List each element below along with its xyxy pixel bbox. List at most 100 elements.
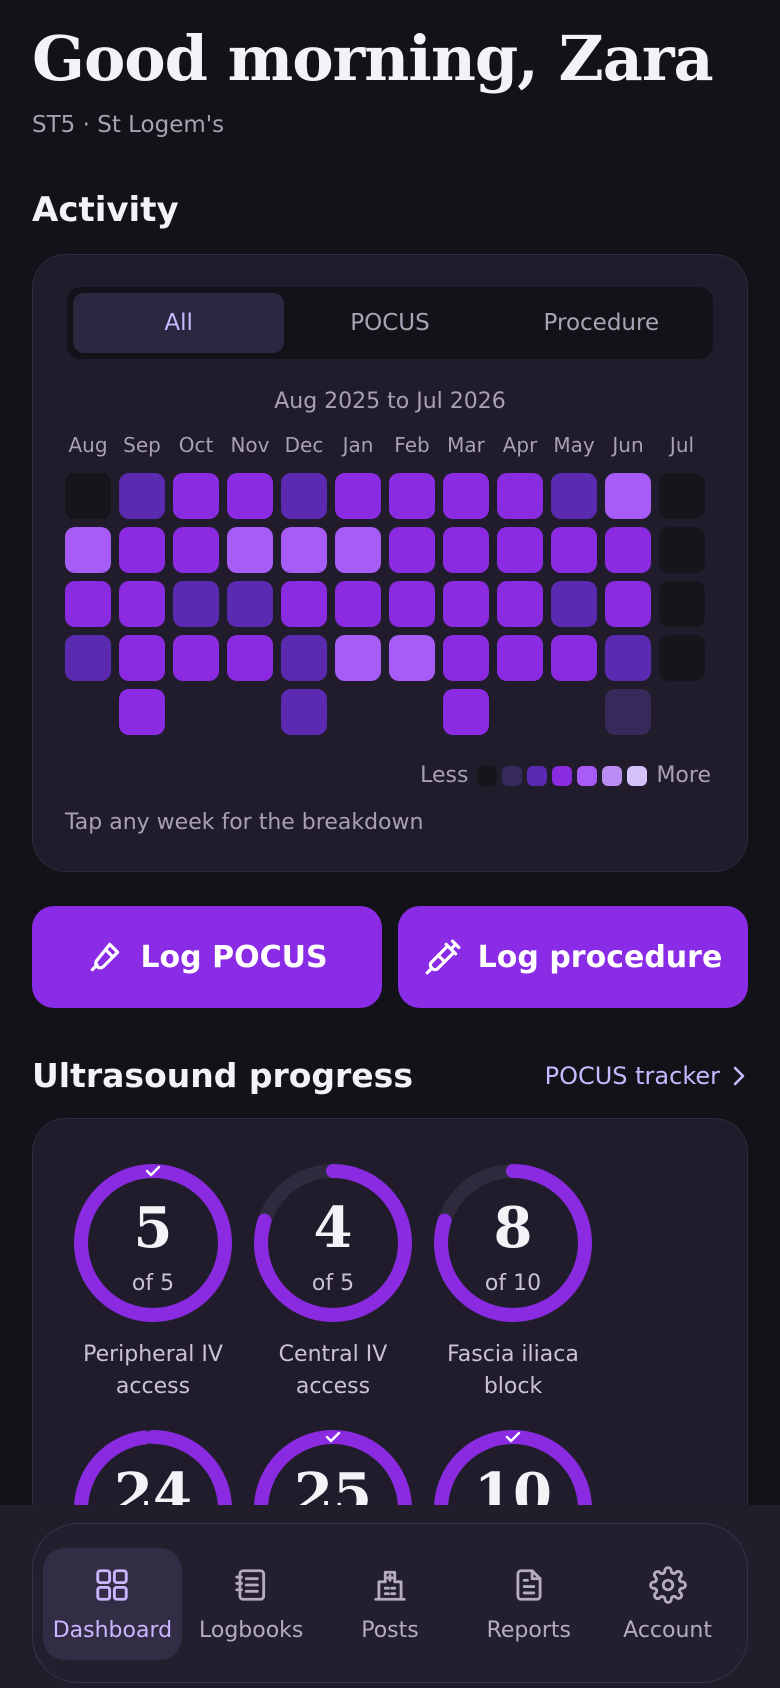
heatmap-week-cell[interactable] [551,527,597,573]
heatmap-week-cell[interactable] [389,527,435,573]
heatmap-week-cell[interactable] [443,635,489,681]
nav-account[interactable]: Account [598,1548,737,1660]
heatmap-week-cell[interactable] [443,527,489,573]
nav-posts[interactable]: Posts [321,1548,460,1660]
heatmap-week-cell[interactable] [605,527,651,573]
nav-dashboard[interactable]: Dashboard [43,1548,182,1660]
heatmap-week-cell[interactable] [605,581,651,627]
heatmap-week-cell[interactable] [173,581,219,627]
chevron-right-icon [733,1066,745,1086]
activity-title: Activity [32,190,179,230]
ring-label: Peripheral IV access [53,1339,253,1403]
heatmap-week-cell[interactable] [659,635,705,681]
tab-procedure[interactable]: Procedure [496,293,707,353]
heatmap-week-cell[interactable] [605,635,651,681]
heatmap-legend: Less More [416,763,715,788]
heatmap-week-cell[interactable] [659,473,705,519]
month-label: May [553,433,595,457]
heatmap-hint: Tap any week for the breakdown [65,810,424,835]
heatmap-week-cell[interactable] [65,527,111,573]
legend-less-label: Less [420,763,469,788]
ring-count: 5 [133,1195,173,1261]
dashboard-icon [96,1568,129,1601]
month-label: Oct [178,433,214,457]
ring-label-line: Fascia iliaca [447,1342,579,1367]
heatmap-week-cell[interactable] [659,581,705,627]
heatmap-week-cell[interactable] [335,527,381,573]
heatmap-week-cell[interactable] [119,689,165,735]
date-range: Aug 2025 to Jul 2026 [274,389,506,414]
month-label: Sep [123,433,161,457]
heatmap-week-cell[interactable] [173,473,219,519]
legend-swatch [527,765,548,786]
ultrasound-probe-icon [91,942,120,972]
heatmap-week-cell[interactable] [443,689,489,735]
heatmap-week-cell[interactable] [389,473,435,519]
legend-swatch [502,765,523,786]
heatmap-week-cell[interactable] [227,473,273,519]
ring-count: 8 [493,1195,533,1261]
month-label: Apr [502,433,538,457]
heatmap-week-cell[interactable] [65,635,111,681]
heatmap-week-cell[interactable] [389,581,435,627]
heatmap-week-cell[interactable] [605,689,651,735]
heatmap-week-cell[interactable] [119,635,165,681]
heatmap-week-cell[interactable] [389,635,435,681]
heatmap-week-cell[interactable] [443,473,489,519]
heatmap-week-cell[interactable] [443,581,489,627]
heatmap-week-cell[interactable] [281,635,327,681]
heatmap-week-cell[interactable] [551,635,597,681]
log-procedure-label: Log procedure [477,939,723,975]
ring-target: of 5 [311,1271,355,1296]
pocus-tracker-link[interactable]: POCUS tracker [545,1062,746,1090]
heatmap-week-cell[interactable] [119,581,165,627]
heatmap-week-cell[interactable] [65,581,111,627]
heatmap-week-cell[interactable] [659,527,705,573]
heatmap-week-cell[interactable] [281,527,327,573]
log-pocus-button[interactable]: Log POCUS [32,906,382,1008]
heatmap-week-cell[interactable] [281,689,327,735]
tab-pocus[interactable]: POCUS [284,293,495,353]
heatmap-week-cell[interactable] [119,473,165,519]
month-label: Dec [284,433,324,457]
user-subtitle: ST5 · St Logem's [32,112,225,138]
nav-logbooks[interactable]: Logbooks [182,1548,321,1660]
bottom-nav: Dashboard Logbooks Posts Reports Account [32,1523,748,1683]
heatmap-week-cell[interactable] [551,581,597,627]
log-procedure-button[interactable]: Log procedure [398,906,748,1008]
heatmap-week-cell[interactable] [227,635,273,681]
heatmap-week-cell[interactable] [335,635,381,681]
month-label: Jun [612,433,644,457]
greeting-title: Good morning, Zara [32,22,714,95]
heatmap-week-cell[interactable] [173,527,219,573]
ring-label-line: block [483,1374,543,1399]
heatmap-week-cell[interactable] [335,473,381,519]
gear-icon [648,1565,687,1604]
logbook-icon [235,1568,266,1601]
syringe-icon [425,939,461,975]
nav-reports-label: Reports [486,1617,571,1643]
heatmap-week-cell[interactable] [281,581,327,627]
tab-all[interactable]: All [73,293,285,353]
heatmap-week-cell[interactable] [605,473,651,519]
activity-card: All POCUS Procedure Aug 2025 to Jul 2026… [32,254,748,872]
log-pocus-label: Log POCUS [140,939,328,975]
ring-label-line: Peripheral IV [83,1342,223,1367]
heatmap-week-cell[interactable] [173,635,219,681]
ring-label-line: access [295,1374,371,1399]
heatmap-week-cell[interactable] [497,581,543,627]
heatmap-week-cell[interactable] [497,635,543,681]
ring-label-line: access [115,1374,191,1399]
month-label: Nov [230,433,270,457]
heatmap-week-cell[interactable] [497,473,543,519]
heatmap-week-cell[interactable] [497,527,543,573]
heatmap-week-cell[interactable] [119,527,165,573]
heatmap-week-cell[interactable] [227,581,273,627]
nav-reports[interactable]: Reports [459,1548,598,1660]
heatmap-week-cell[interactable] [335,581,381,627]
heatmap-week-cell[interactable] [227,527,273,573]
heatmap-week-cell[interactable] [65,473,111,519]
ring-count: 4 [313,1195,353,1261]
heatmap-week-cell[interactable] [281,473,327,519]
heatmap-week-cell[interactable] [551,473,597,519]
